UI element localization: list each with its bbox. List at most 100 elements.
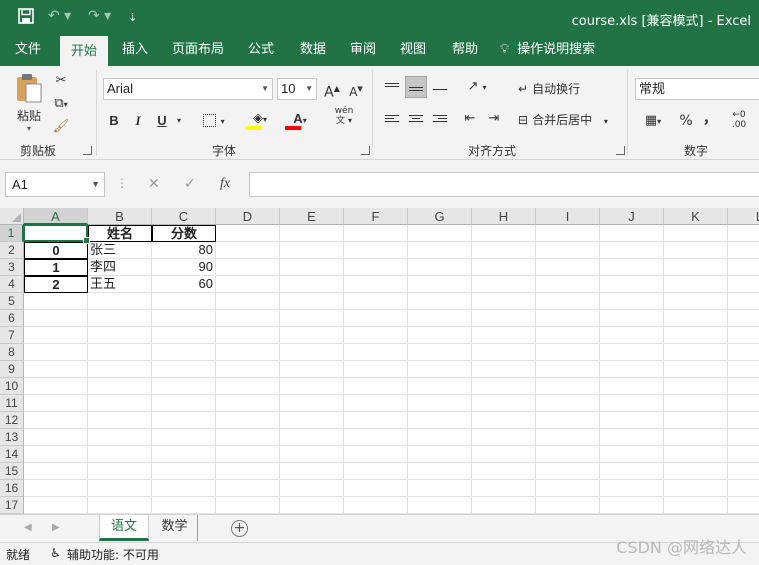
row-header-14[interactable]: 14 xyxy=(0,446,24,463)
cell-j13[interactable] xyxy=(600,429,664,446)
comma-style-button[interactable]: ， xyxy=(699,108,721,130)
cell-a11[interactable] xyxy=(24,395,88,412)
paste-button[interactable]: 粘贴 ▾ xyxy=(12,72,46,133)
cell-i8[interactable] xyxy=(536,344,600,361)
cell-k11[interactable] xyxy=(664,395,728,412)
cell-h8[interactable] xyxy=(472,344,536,361)
cell-l12[interactable] xyxy=(728,412,759,429)
cell-e5[interactable] xyxy=(280,293,344,310)
formula-input[interactable] xyxy=(249,172,759,197)
cell-i3[interactable] xyxy=(536,259,600,276)
cell-i13[interactable] xyxy=(536,429,600,446)
cell-a12[interactable] xyxy=(24,412,88,429)
cell-c14[interactable] xyxy=(152,446,216,463)
cell-l8[interactable] xyxy=(728,344,759,361)
cell-a8[interactable] xyxy=(24,344,88,361)
cell-g1[interactable] xyxy=(408,225,472,242)
name-box[interactable]: A1 ▼ xyxy=(5,172,105,197)
align-right-button[interactable] xyxy=(429,108,451,130)
cell-h2[interactable] xyxy=(472,242,536,259)
cell-c9[interactable] xyxy=(152,361,216,378)
cell-k15[interactable] xyxy=(664,463,728,480)
cell-h7[interactable] xyxy=(472,327,536,344)
cell-l4[interactable] xyxy=(728,276,759,293)
cell-g16[interactable] xyxy=(408,480,472,497)
cell-f17[interactable] xyxy=(344,497,408,514)
cell-c17[interactable] xyxy=(152,497,216,514)
wrap-text-button[interactable]: ↵ 自动换行 xyxy=(518,80,580,97)
row-header-12[interactable]: 12 xyxy=(0,412,24,429)
cell-h13[interactable] xyxy=(472,429,536,446)
tab-review[interactable]: 审阅 xyxy=(342,36,384,66)
cell-i5[interactable] xyxy=(536,293,600,310)
cell-b4[interactable]: 王五 xyxy=(88,276,152,293)
cell-j10[interactable] xyxy=(600,378,664,395)
cell-d13[interactable] xyxy=(216,429,280,446)
cell-i1[interactable] xyxy=(536,225,600,242)
cell-i11[interactable] xyxy=(536,395,600,412)
accessibility-status[interactable]: 辅助功能: 不可用 xyxy=(67,546,159,563)
cell-e12[interactable] xyxy=(280,412,344,429)
tab-formulas[interactable]: 公式 xyxy=(240,36,282,66)
cell-h15[interactable] xyxy=(472,463,536,480)
cell-a16[interactable] xyxy=(24,480,88,497)
cell-f4[interactable] xyxy=(344,276,408,293)
row-header-6[interactable]: 6 xyxy=(0,310,24,327)
cell-a1[interactable] xyxy=(24,225,88,242)
cell-l13[interactable] xyxy=(728,429,759,446)
cell-k17[interactable] xyxy=(664,497,728,514)
cell-e6[interactable] xyxy=(280,310,344,327)
cell-b3[interactable]: 李四 xyxy=(88,259,152,276)
cell-f10[interactable] xyxy=(344,378,408,395)
cell-c5[interactable] xyxy=(152,293,216,310)
cell-e16[interactable] xyxy=(280,480,344,497)
select-all-button[interactable] xyxy=(0,208,24,225)
tab-page-layout[interactable]: 页面布局 xyxy=(166,36,230,66)
row-header-2[interactable]: 2 xyxy=(0,242,24,259)
cell-e2[interactable] xyxy=(280,242,344,259)
cell-f13[interactable] xyxy=(344,429,408,446)
orientation-button[interactable]: ↗ ▾ xyxy=(459,76,495,98)
cell-c12[interactable] xyxy=(152,412,216,429)
cell-j2[interactable] xyxy=(600,242,664,259)
cell-d5[interactable] xyxy=(216,293,280,310)
cell-b13[interactable] xyxy=(88,429,152,446)
cell-e1[interactable] xyxy=(280,225,344,242)
cell-c15[interactable] xyxy=(152,463,216,480)
font-size-combo[interactable]: 10 ▼ xyxy=(277,78,317,100)
cell-a7[interactable] xyxy=(24,327,88,344)
sheet-tab-math[interactable]: 数学 xyxy=(152,515,198,541)
cell-b1[interactable]: 姓名 xyxy=(88,225,152,242)
align-bottom-button[interactable] xyxy=(429,76,451,98)
cell-h3[interactable] xyxy=(472,259,536,276)
cell-k13[interactable] xyxy=(664,429,728,446)
cell-i14[interactable] xyxy=(536,446,600,463)
cell-g4[interactable] xyxy=(408,276,472,293)
cell-j15[interactable] xyxy=(600,463,664,480)
cell-e14[interactable] xyxy=(280,446,344,463)
cell-d6[interactable] xyxy=(216,310,280,327)
number-format-combo[interactable]: 常规 xyxy=(635,78,759,100)
cell-f16[interactable] xyxy=(344,480,408,497)
customize-toolbar-icon[interactable]: ⇣ xyxy=(128,11,137,24)
cell-b9[interactable] xyxy=(88,361,152,378)
row-header-3[interactable]: 3 xyxy=(0,259,24,276)
cell-i4[interactable] xyxy=(536,276,600,293)
cell-b8[interactable] xyxy=(88,344,152,361)
cell-k1[interactable] xyxy=(664,225,728,242)
cell-e10[interactable] xyxy=(280,378,344,395)
cell-f15[interactable] xyxy=(344,463,408,480)
cell-k12[interactable] xyxy=(664,412,728,429)
row-header-17[interactable]: 17 xyxy=(0,497,24,514)
cell-e8[interactable] xyxy=(280,344,344,361)
cell-k4[interactable] xyxy=(664,276,728,293)
copy-icon[interactable]: ⧉▾ xyxy=(50,93,72,115)
row-header-15[interactable]: 15 xyxy=(0,463,24,480)
cell-h10[interactable] xyxy=(472,378,536,395)
alignment-launcher-icon[interactable] xyxy=(616,146,625,155)
cell-i2[interactable] xyxy=(536,242,600,259)
add-sheet-icon[interactable]: + xyxy=(231,520,248,537)
borders-button[interactable]: ▾ xyxy=(196,110,232,132)
cell-j17[interactable] xyxy=(600,497,664,514)
percent-button[interactable]: % xyxy=(675,110,697,132)
